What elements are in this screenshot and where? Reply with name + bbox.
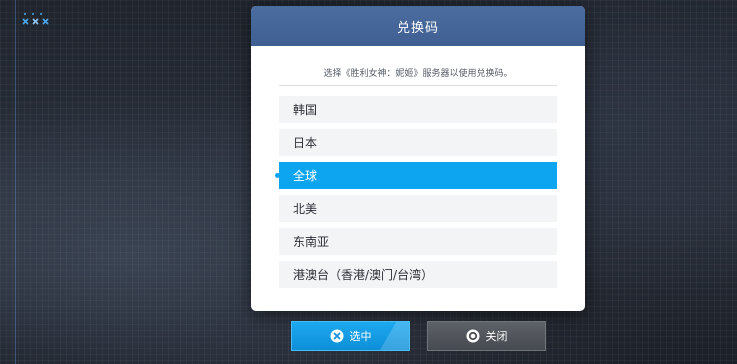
server-option-japan[interactable]: 日本 — [279, 129, 557, 156]
server-option-label: 北美 — [293, 202, 318, 216]
server-option-label: 日本 — [293, 136, 318, 150]
corner-logo-icon — [22, 12, 56, 28]
server-option-north-america[interactable]: 北美 — [279, 195, 557, 222]
server-option-southeast-asia[interactable]: 东南亚 — [279, 228, 557, 255]
game-background: 兑换码 选择《胜利女神：妮姬》服务器以使用兑换码。 韩国 日本 全球 北美 东南… — [0, 0, 737, 364]
dialog-title: 兑换码 — [396, 20, 439, 36]
server-option-label: 东南亚 — [293, 235, 330, 249]
close-button[interactable]: 关闭 — [427, 321, 546, 351]
server-list: 韩国 日本 全球 北美 东南亚 港澳台（香港/澳门/台湾） — [275, 96, 557, 294]
select-button[interactable]: 选中 — [291, 321, 410, 351]
redeem-code-dialog: 兑换码 选择《胜利女神：妮姬》服务器以使用兑换码。 韩国 日本 全球 北美 东南… — [251, 6, 585, 311]
confirm-x-icon — [330, 329, 344, 343]
server-option-label: 韩国 — [293, 103, 318, 117]
left-rail-line — [15, 0, 16, 364]
dialog-subtitle: 选择《胜利女神：妮姬》服务器以使用兑换码。 — [279, 66, 557, 86]
server-option-korea[interactable]: 韩国 — [279, 96, 557, 123]
server-option-label: 全球 — [293, 169, 318, 183]
select-button-label: 选中 — [349, 330, 372, 343]
close-button-label: 关闭 — [485, 330, 508, 343]
close-circle-icon — [466, 329, 480, 343]
server-option-label: 港澳台（香港/澳门/台湾） — [293, 268, 434, 282]
server-option-global[interactable]: 全球 — [275, 162, 557, 189]
dialog-header: 兑换码 — [251, 6, 585, 46]
server-option-hk-mo-tw[interactable]: 港澳台（香港/澳门/台湾） — [279, 261, 557, 288]
